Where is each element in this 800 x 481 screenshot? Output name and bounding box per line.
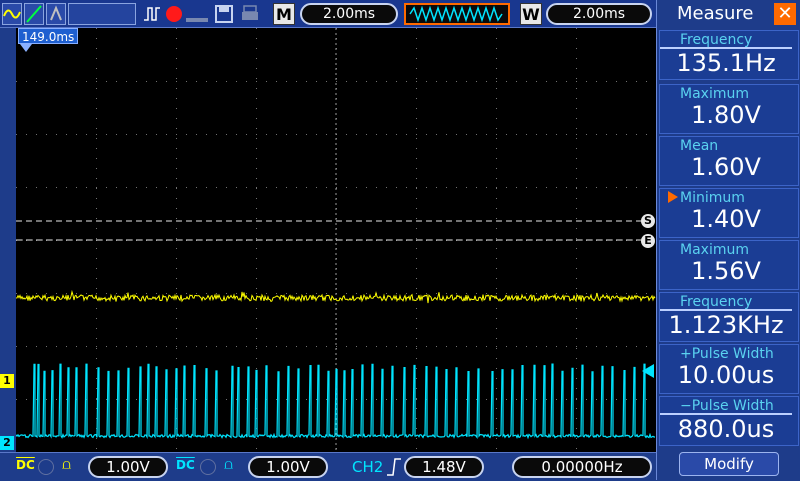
ch2-marker[interactable]: 2 [0,436,14,450]
window-timebase[interactable]: 2.00ms [546,3,652,25]
ch1-trace [16,289,656,304]
ch2-trace [16,363,655,440]
measure-item-frequency-2[interactable]: Frequency 1.123KHz [659,292,799,342]
measure-label: −Pulse Width [680,398,774,414]
measure-value: 1.123KHz [660,309,792,339]
cursor-end-marker[interactable]: E [641,234,655,248]
measure-value: 1.80V [691,101,761,129]
printer-icon[interactable] [240,4,260,28]
time-position-label: 149.0ms [18,28,79,44]
measure-label: Frequency [680,32,753,48]
selected-arrow-icon [668,191,678,203]
measure-item-minimum[interactable]: Minimum 1.40V [659,188,799,238]
ch2-bw-icon[interactable] [200,459,216,475]
waveform-icon[interactable] [2,3,22,25]
measure-value: 135.1Hz [660,47,792,77]
waveform-window-indicator[interactable] [404,3,510,25]
measure-label: Maximum [680,242,749,258]
ch1-marker[interactable]: 1 [0,374,14,388]
measure-label: Minimum [680,190,745,206]
trigger-level-marker[interactable] [642,364,654,378]
trigger-level[interactable]: 1.48V [404,456,484,478]
channel-marker-strip: 1 2 [0,28,16,452]
window-label: W [520,3,542,25]
modify-button[interactable]: Modify [679,452,779,476]
frequency-counter: 0.00000Hz [512,456,652,478]
measure-item-neg-pulse-width[interactable]: −Pulse Width 880.0us [659,396,799,446]
measure-label: +Pulse Width [680,346,774,362]
measure-item-maximum-2[interactable]: Maximum 1.56V [659,240,799,290]
line-icon[interactable] [24,3,44,25]
rising-edge-icon[interactable] [386,457,402,481]
ch2-scale[interactable]: 1.00V [248,456,328,478]
measure-value: 1.60V [691,153,761,181]
measure-item-maximum-1[interactable]: Maximum 1.80V [659,84,799,134]
top-toolbar: M 2.00ms W 2.00ms [0,0,656,28]
measure-label: Frequency [680,294,753,310]
record-icon[interactable] [166,6,182,22]
measure-label: Mean [680,138,719,154]
ch1-bw-icon[interactable] [38,459,54,475]
save-icon[interactable] [214,4,234,28]
key-icon[interactable] [186,10,208,29]
trigger-source[interactable]: CH2 [352,457,383,477]
memory-timebase[interactable]: 2.00ms [300,3,398,25]
cursor-start-marker[interactable]: S [641,214,655,228]
ch1-invert-icon[interactable]: ⩍ [62,457,71,473]
ch2-invert-icon[interactable]: ⩍ [224,457,233,473]
measure-value: 10.00us [677,361,775,389]
measure-value: 1.56V [691,257,761,285]
measure-panel: Measure ✕ Frequency 135.1Hz Maximum 1.80… [656,0,800,480]
status-bar: DC ⩍ 1.00V DC ⩍ 1.00V CH2 1.48V 0.00000H… [0,452,656,480]
measure-value: 1.40V [691,205,761,233]
ch2-coupling[interactable]: DC [176,458,195,472]
persist-icon[interactable] [46,3,66,25]
measure-value: 880.0us [660,413,792,443]
measure-label: Maximum [680,86,749,102]
waveforms [16,289,656,440]
measure-item-frequency-1[interactable]: Frequency 135.1Hz [659,30,799,80]
close-icon[interactable]: ✕ [774,3,796,25]
ch1-scale[interactable]: 1.00V [88,456,168,478]
measure-item-pos-pulse-width[interactable]: +Pulse Width 10.00us [659,344,799,394]
trigger-position-icon [20,44,32,52]
empty-slot [68,3,136,25]
ch1-coupling[interactable]: DC [16,458,35,472]
measure-item-mean[interactable]: Mean 1.60V [659,136,799,186]
scope-display[interactable]: 149.0ms [16,28,656,452]
pulse-icon[interactable] [142,4,162,28]
memory-depth-label: M [273,3,295,25]
